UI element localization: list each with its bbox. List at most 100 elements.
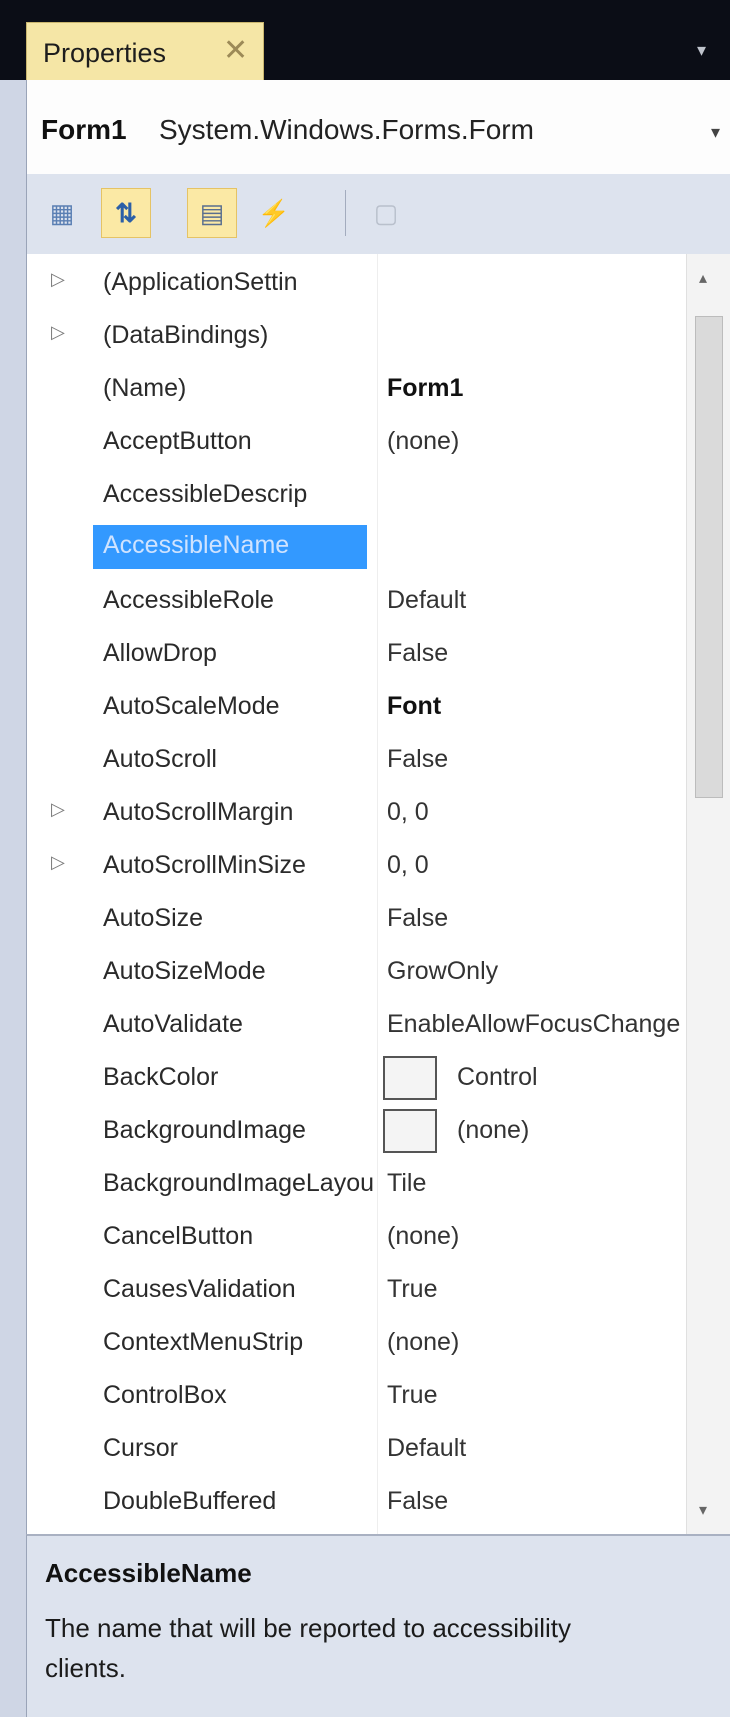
- property-row[interactable]: ▷ AutoScrollMinSize 0, 0: [27, 839, 687, 892]
- property-value[interactable]: EnableAllowFocusChange: [387, 1010, 687, 1039]
- property-name[interactable]: AutoSize: [103, 904, 373, 933]
- property-row[interactable]: AutoSize False: [27, 892, 687, 945]
- property-value[interactable]: Form1: [387, 374, 687, 403]
- property-value[interactable]: False: [387, 1487, 687, 1516]
- property-name[interactable]: BackgroundImageLayout: [103, 1169, 373, 1198]
- property-name[interactable]: (Name): [103, 374, 373, 403]
- property-row[interactable]: ▷ (DataBindings): [27, 309, 687, 362]
- property-row[interactable]: AutoValidate EnableAllowFocusChange: [27, 998, 687, 1051]
- property-name[interactable]: AccessibleName: [93, 525, 367, 569]
- property-name[interactable]: AutoScroll: [103, 745, 373, 774]
- property-row[interactable]: CancelButton (none): [27, 1210, 687, 1263]
- property-name[interactable]: AcceptButton: [103, 427, 373, 456]
- object-type: System.Windows.Forms.Form: [159, 114, 534, 145]
- property-name[interactable]: AccessibleRole: [103, 586, 373, 615]
- property-value[interactable]: Font: [387, 692, 687, 721]
- property-name[interactable]: AccessibleDescrip: [103, 480, 373, 509]
- description-text: The name that will be reported to access…: [45, 1613, 572, 1683]
- tab-label: Properties: [43, 38, 167, 68]
- property-name[interactable]: AllowDrop: [103, 639, 373, 668]
- events-button[interactable]: ⚡: [249, 188, 299, 238]
- alphabetical-button[interactable]: ⇅: [101, 188, 151, 238]
- property-name[interactable]: ContextMenuStrip: [103, 1328, 373, 1357]
- property-name[interactable]: AutoScaleMode: [103, 692, 373, 721]
- chevron-down-icon[interactable]: ▾: [711, 122, 720, 143]
- property-name[interactable]: AutoValidate: [103, 1010, 373, 1039]
- property-row[interactable]: BackColor Control: [27, 1051, 687, 1104]
- property-name[interactable]: AutoScrollMinSize: [103, 851, 373, 880]
- object-selector[interactable]: Form1 System.Windows.Forms.Form ▾: [26, 80, 730, 174]
- property-row[interactable]: AutoScroll False: [27, 733, 687, 786]
- property-value[interactable]: Default: [387, 586, 687, 615]
- properties-toolbar: ▦ ⇅ ▤ ⚡ ▢: [26, 174, 730, 254]
- property-name[interactable]: BackgroundImage: [103, 1116, 373, 1145]
- property-row[interactable]: ▷ (ApplicationSettin: [27, 256, 687, 309]
- expand-icon[interactable]: ▷: [51, 269, 65, 290]
- property-value[interactable]: (none): [387, 427, 687, 456]
- property-value[interactable]: 0, 0: [387, 798, 687, 827]
- property-row[interactable]: ▷ AutoScrollMargin 0, 0: [27, 786, 687, 839]
- property-value[interactable]: (none): [387, 1222, 687, 1251]
- property-value[interactable]: GrowOnly: [387, 957, 687, 986]
- property-grid: ▷ (ApplicationSettin ▷ (DataBindings) (Name)…: [26, 254, 730, 1534]
- property-name[interactable]: ControlBox: [103, 1381, 373, 1410]
- property-name[interactable]: AutoSizeMode: [103, 957, 373, 986]
- scroll-up-icon[interactable]: ▴: [699, 268, 707, 288]
- events-icon: ⚡: [257, 197, 291, 228]
- alphabetical-sort-icon: ⇅: [115, 197, 137, 228]
- property-value[interactable]: Default: [387, 1434, 687, 1463]
- property-row[interactable]: AllowDrop False: [27, 627, 687, 680]
- property-value[interactable]: False: [387, 904, 687, 933]
- property-row[interactable]: Cursor Default: [27, 1422, 687, 1475]
- property-row[interactable]: ControlBox True: [27, 1369, 687, 1422]
- property-value[interactable]: Control: [457, 1063, 687, 1092]
- property-row[interactable]: AccessibleName: [27, 521, 687, 574]
- property-value[interactable]: False: [387, 639, 687, 668]
- property-value[interactable]: (none): [457, 1116, 687, 1145]
- property-row[interactable]: AccessibleDescrip: [27, 468, 687, 521]
- close-icon[interactable]: ✕: [223, 33, 248, 68]
- property-value[interactable]: 0, 0: [387, 851, 687, 880]
- vertical-scrollbar[interactable]: ▴ ▾: [686, 254, 730, 1534]
- property-row[interactable]: DoubleBuffered False: [27, 1475, 687, 1528]
- expand-icon[interactable]: ▷: [51, 852, 65, 873]
- property-name[interactable]: AutoScrollMargin: [103, 798, 373, 827]
- property-row[interactable]: BackgroundImage (none): [27, 1104, 687, 1157]
- property-name[interactable]: Cursor: [103, 1434, 373, 1463]
- tab-strip: Properties ✕ ▾: [0, 0, 730, 80]
- property-name[interactable]: (ApplicationSettin: [103, 268, 373, 297]
- properties-button[interactable]: ▤: [187, 188, 237, 238]
- property-value[interactable]: True: [387, 1381, 687, 1410]
- property-name[interactable]: CausesValidation: [103, 1275, 373, 1304]
- property-row[interactable]: (Name) Form1: [27, 362, 687, 415]
- property-value[interactable]: Tile: [387, 1169, 687, 1198]
- property-row[interactable]: BackgroundImageLayout Tile: [27, 1157, 687, 1210]
- property-row[interactable]: AutoSizeMode GrowOnly: [27, 945, 687, 998]
- object-name: Form1: [41, 114, 127, 145]
- property-row[interactable]: CausesValidation True: [27, 1263, 687, 1316]
- property-name[interactable]: BackColor: [103, 1063, 373, 1092]
- property-name[interactable]: DoubleBuffered: [103, 1487, 373, 1516]
- window-menu-icon[interactable]: ▾: [697, 40, 706, 61]
- property-value[interactable]: True: [387, 1275, 687, 1304]
- property-row[interactable]: AcceptButton (none): [27, 415, 687, 468]
- color-swatch: [383, 1109, 437, 1153]
- categorized-button[interactable]: ▦: [37, 188, 87, 238]
- property-value[interactable]: False: [387, 745, 687, 774]
- property-pages-button[interactable]: ▢: [361, 188, 411, 238]
- property-row[interactable]: AccessibleRole Default: [27, 574, 687, 627]
- property-value[interactable]: (none): [387, 1328, 687, 1357]
- property-row[interactable]: ContextMenuStrip (none): [27, 1316, 687, 1369]
- properties-window: Properties ✕ ▾ Form1 System.Windows.Form…: [0, 0, 730, 1717]
- property-pages-icon: ▢: [373, 197, 399, 228]
- expand-icon[interactable]: ▷: [51, 799, 65, 820]
- scrollbar-thumb[interactable]: [695, 316, 723, 798]
- property-name[interactable]: (DataBindings): [103, 321, 373, 350]
- scroll-down-icon[interactable]: ▾: [699, 1500, 707, 1520]
- property-row[interactable]: AutoScaleMode Font: [27, 680, 687, 733]
- categorized-icon: ▦: [49, 197, 75, 228]
- expand-icon[interactable]: ▷: [51, 322, 65, 343]
- property-name[interactable]: CancelButton: [103, 1222, 373, 1251]
- description-pane: AccessibleName The name that will be rep…: [26, 1534, 730, 1717]
- tab-properties[interactable]: Properties ✕: [26, 22, 264, 80]
